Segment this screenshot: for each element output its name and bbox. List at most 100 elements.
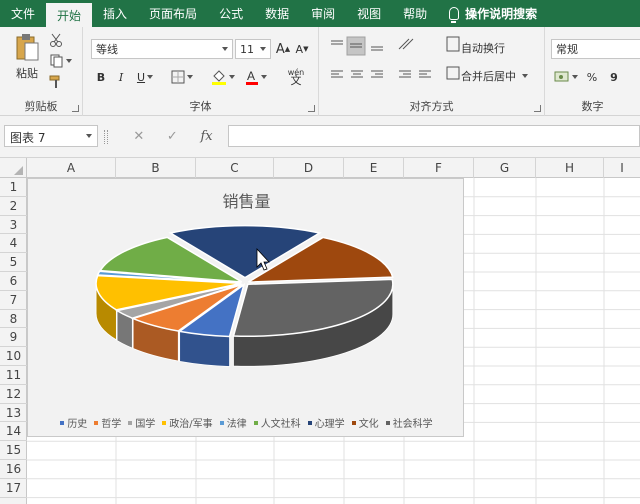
legend-swatch [162,420,167,425]
legend-entry[interactable]: 法律 [219,415,247,430]
pie-chart[interactable]: 销售量 历史 哲学 国学 政治/军事 法律 人文社科 心理学 文化 社会科学 [27,178,464,437]
tab-data[interactable]: 数据 [254,0,300,27]
svg-text:A: A [247,69,255,83]
font-name-select[interactable]: 等线 [91,39,233,59]
phonetic-guide-button[interactable]: wén 文 [281,65,311,89]
font-name-value: 等线 [96,43,118,56]
legend-entry[interactable]: 政治/军事 [162,415,213,430]
name-box[interactable]: 图表 7 [4,125,98,147]
legend-label: 文化 [358,419,379,430]
paintbrush-icon [49,75,60,88]
legend-entry[interactable]: 国学 [128,415,155,430]
tab-view[interactable]: 视图 [346,0,392,27]
paste-button[interactable]: 粘贴 [12,31,42,83]
percent-button[interactable]: % [585,67,599,87]
column-header[interactable]: H [536,158,604,178]
row-header[interactable]: 12 [0,385,27,404]
legend-entry[interactable]: 人文社科 [253,415,301,430]
clipboard-launcher[interactable] [72,105,79,112]
row-header[interactable]: 15 [0,441,27,460]
select-all-corner[interactable] [0,158,27,178]
row-header[interactable]: 9 [0,328,27,348]
column-header[interactable]: G [474,158,536,178]
wrap-text-button[interactable]: 自动换行 [461,39,505,57]
font-size-select[interactable]: 11 [235,39,271,59]
row-header[interactable]: 11 [0,366,27,385]
legend-swatch [385,420,390,425]
legend-entry[interactable]: 社会科学 [385,415,433,430]
underline-button[interactable]: U [133,67,157,87]
font-group: 等线 11 A ▲ A ▼ B I U A wén 文 字体 [83,27,319,116]
row-header[interactable]: 5 [0,253,27,272]
legend-swatch [351,420,356,425]
tab-file[interactable]: 文件 [0,0,46,27]
column-header[interactable]: B [116,158,196,178]
row-header[interactable]: 1 [0,178,27,197]
scissors-icon [50,33,62,47]
legend-entry[interactable]: 哲学 [94,415,121,430]
column-header[interactable]: C [196,158,274,178]
merge-center-button[interactable]: 合并后居中 [461,67,528,85]
font-launcher[interactable] [308,105,315,112]
row-header[interactable]: 16 [0,460,27,479]
pie-plot-area[interactable] [28,179,465,409]
number-group-label: 数字 [581,100,604,113]
formula-bar-splitter[interactable] [104,130,108,144]
accounting-format-button[interactable] [553,67,579,87]
row-header[interactable]: 6 [0,272,27,291]
alignment-group-label: 对齐方式 [409,100,454,113]
fill-bucket-icon [212,70,226,85]
row-header[interactable]: 3 [0,216,27,235]
comma-style-button[interactable]: 9 [607,67,621,87]
legend-entry[interactable]: 心理学 [307,415,345,430]
tab-page-layout[interactable]: 页面布局 [138,0,208,27]
tab-home[interactable]: 开始 [46,3,93,27]
italic-button[interactable]: I [113,67,129,87]
fill-color-button[interactable] [209,67,237,87]
tab-help[interactable]: 帮助 [392,0,438,27]
tell-me-label: 操作说明搜索 [465,7,538,21]
column-header[interactable]: A [27,158,116,178]
row-header[interactable]: 10 [0,347,27,366]
tab-formulas[interactable]: 公式 [208,0,254,27]
formula-bar: 图表 7 ✕ ✓ fx [0,116,640,158]
row-header[interactable]: 4 [0,234,27,254]
formula-input[interactable] [228,125,640,147]
legend-label: 人文社科 [260,419,301,430]
legend-label: 心理学 [314,419,345,430]
row-header[interactable]: 7 [0,291,27,310]
row-header[interactable]: 17 [0,479,27,498]
font-group-label: 字体 [189,100,212,113]
column-header[interactable]: E [344,158,404,178]
cancel-icon[interactable]: ✕ [133,129,144,144]
bold-button[interactable]: B [93,67,109,87]
column-header[interactable]: I [604,158,640,178]
legend-entry[interactable]: 文化 [351,415,379,430]
grow-font-button[interactable]: A ▲ [276,39,290,59]
shrink-font-button[interactable]: A ▼ [295,39,309,59]
font-color-button[interactable]: A [243,67,269,87]
chart-legend[interactable]: 历史 哲学 国学 政治/军事 法律 人文社科 心理学 文化 社会科学 [28,415,465,430]
legend-swatch [60,420,65,425]
column-header[interactable]: F [404,158,474,178]
legend-entry[interactable]: 历史 [60,415,87,430]
alignment-launcher[interactable] [534,105,541,112]
format-painter-button[interactable] [48,74,64,90]
font-size-value: 11 [240,42,254,56]
row-header[interactable]: 8 [0,310,27,329]
number-format-select[interactable]: 常规 [551,39,640,59]
insert-function-icon[interactable]: fx [200,129,212,144]
cut-button[interactable] [48,32,64,48]
column-header[interactable]: D [274,158,344,178]
borders-button[interactable] [169,67,195,87]
currency-icon [554,71,569,82]
tab-review[interactable]: 审阅 [300,0,346,27]
row-header[interactable]: 2 [0,197,27,216]
underline-label: U [136,70,146,84]
copy-button[interactable] [48,53,74,69]
tab-insert[interactable]: 插入 [92,0,138,27]
row-header[interactable]: 14 [0,422,27,442]
row-header[interactable]: 13 [0,404,27,423]
enter-icon[interactable]: ✓ [167,129,178,144]
tell-me-search[interactable]: 操作说明搜索 [438,0,548,27]
